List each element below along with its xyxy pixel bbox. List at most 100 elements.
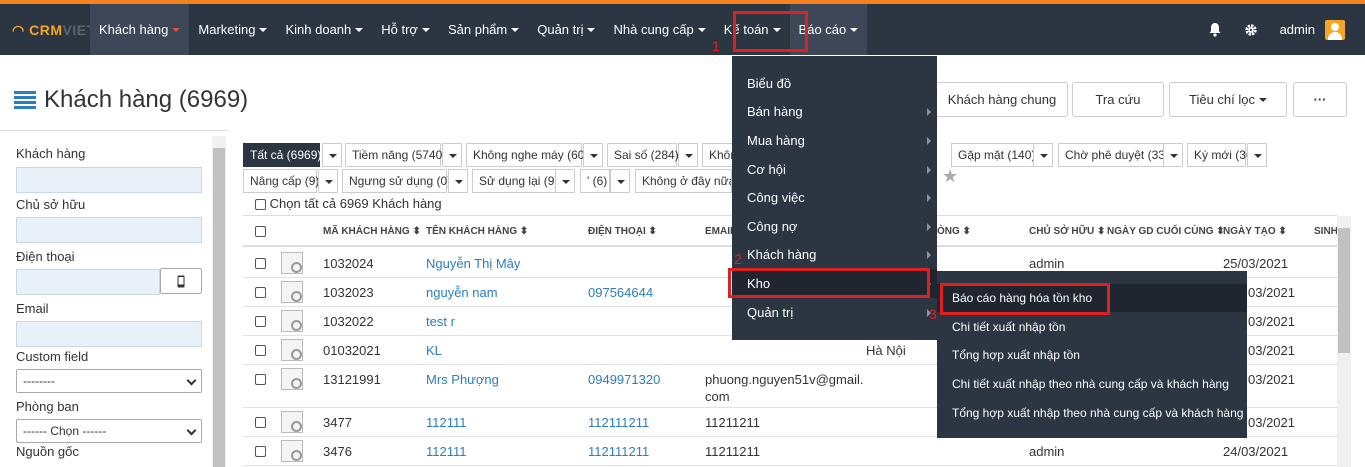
- filter-chip[interactable]: Sai số (284): [607, 143, 679, 167]
- col-header-last-tx[interactable]: NGÀY GD CUỐI CÙNG ⬍: [1107, 226, 1225, 237]
- filter-chip-dropdown[interactable]: [1163, 143, 1183, 167]
- submenu-chi-tiet-ncc-kh[interactable]: Chi tiết xuất nhập theo nhà cung cấp và …: [937, 370, 1247, 398]
- criteria-filter-button[interactable]: Tiêu chí lọc: [1169, 82, 1287, 117]
- table-row[interactable]: 3476 112111 112111211 11211211 admin 24/…: [243, 437, 1337, 466]
- row-checkbox[interactable]: [255, 258, 266, 269]
- menu-item-cong-no[interactable]: Công nợ: [732, 212, 937, 241]
- scrollbar-thumb[interactable]: [213, 148, 225, 467]
- row-name[interactable]: test r: [426, 314, 455, 329]
- filter-chip[interactable]: ' (6): [580, 169, 610, 193]
- submenu-bao-cao-ton-kho[interactable]: Báo cáo hàng hóa tồn kho: [937, 284, 1247, 312]
- row-checkbox[interactable]: [255, 345, 266, 356]
- scrollbar-thumb[interactable]: [1338, 228, 1350, 353]
- department-select[interactable]: ------ Chọn ------: [16, 419, 202, 443]
- phone-search-button[interactable]: [160, 268, 202, 294]
- col-header-phone[interactable]: ĐIỆN THOẠI ⬍: [588, 226, 657, 237]
- filter-chip-dropdown[interactable]: [448, 169, 468, 193]
- user-menu[interactable]: admin: [1280, 19, 1345, 40]
- col-header-birth[interactable]: SINH: [1314, 226, 1338, 237]
- row-checkbox[interactable]: [255, 316, 266, 327]
- filter-chip-dropdown[interactable]: [318, 169, 338, 193]
- view-detail-icon[interactable]: [281, 281, 303, 303]
- star-icon[interactable]: ★: [942, 166, 958, 187]
- col-header-created[interactable]: NGÀY TẠO ⬍: [1223, 226, 1287, 237]
- filter-chip[interactable]: Tất cả (6969): [243, 143, 321, 167]
- filter-chip-dropdown[interactable]: [583, 143, 603, 167]
- filter-chip[interactable]: Không ở đây nữa: [635, 169, 732, 193]
- nav-ke-toan[interactable]: Kế toán: [715, 4, 790, 55]
- row-checkbox[interactable]: [255, 374, 266, 385]
- menu-item-bieu-do[interactable]: Biểu đồ: [732, 69, 937, 98]
- filter-chip-dropdown[interactable]: [555, 169, 575, 193]
- customer-input[interactable]: [16, 167, 202, 193]
- gear-icon[interactable]: [1244, 23, 1258, 37]
- row-checkbox[interactable]: [255, 446, 266, 457]
- view-detail-icon[interactable]: [281, 339, 303, 361]
- sidebar-scrollbar[interactable]: [212, 136, 226, 467]
- phone-input[interactable]: [16, 269, 160, 295]
- lookup-button[interactable]: Tra cứu: [1072, 82, 1164, 117]
- submenu-tong-hop-ncc-kh[interactable]: Tổng hợp xuất nhập theo nhà cung cấp và …: [937, 399, 1247, 427]
- nav-ho-tro[interactable]: Hỗ trợ: [372, 4, 439, 55]
- filter-chip[interactable]: Gặp mặt (140): [951, 143, 1039, 167]
- filter-chip-dropdown[interactable]: [610, 169, 630, 193]
- owner-input[interactable]: [16, 217, 202, 243]
- submenu-chi-tiet-xnt[interactable]: Chi tiết xuất nhập tồn: [937, 313, 1247, 341]
- filter-chip-dropdown[interactable]: [442, 143, 462, 167]
- row-phone[interactable]: 097564644: [588, 285, 653, 300]
- filter-chip[interactable]: Không nghe máy (60): [466, 143, 588, 167]
- select-all-checkbox[interactable]: [255, 226, 266, 237]
- more-button[interactable]: ···: [1293, 82, 1347, 117]
- nav-nha-cung-cap[interactable]: Nhà cung cấp: [604, 4, 714, 55]
- view-detail-icon[interactable]: [281, 440, 303, 462]
- row-checkbox[interactable]: [255, 417, 266, 428]
- logo[interactable]: ◠ CRMVIET: [12, 22, 96, 39]
- filter-chip-dropdown[interactable]: [1247, 143, 1267, 167]
- row-name[interactable]: nguyễn nam: [426, 285, 498, 300]
- view-detail-icon[interactable]: [281, 368, 303, 390]
- row-name[interactable]: Nguyễn Thị Mây: [426, 256, 520, 271]
- view-detail-icon[interactable]: [281, 310, 303, 332]
- checkbox[interactable]: [255, 199, 266, 211]
- table-scrollbar[interactable]: [1337, 216, 1351, 467]
- row-name[interactable]: Mrs Phượng: [426, 372, 499, 387]
- filter-chip-dropdown[interactable]: [678, 143, 698, 167]
- submenu-tong-hop-xnt[interactable]: Tổng hợp xuất nhập tồn: [937, 341, 1247, 369]
- nav-bao-cao[interactable]: Báo cáo: [789, 4, 868, 55]
- nav-san-pham[interactable]: Sản phẩm: [439, 4, 528, 55]
- filter-chip[interactable]: Nâng cấp (9): [243, 169, 319, 193]
- nav-khach-hang[interactable]: Khách hàng: [90, 4, 190, 55]
- email-input[interactable]: [16, 321, 202, 347]
- nav-kinh-doanh[interactable]: Kinh doanh: [276, 4, 372, 55]
- nav-quan-tri[interactable]: Quản trị: [528, 4, 604, 55]
- general-customer-button[interactable]: Khách hàng chung: [937, 82, 1068, 117]
- filter-chip[interactable]: Ngưng sử dụng (0): [342, 169, 451, 193]
- row-name[interactable]: KL: [426, 343, 442, 358]
- filter-chip[interactable]: Tiềm năng (5740): [345, 143, 446, 167]
- col-header-hidden[interactable]: ÒNG ⬍: [937, 226, 971, 237]
- filter-chip-dropdown[interactable]: [1033, 143, 1053, 167]
- view-detail-icon[interactable]: [281, 411, 303, 433]
- menu-item-co-hoi[interactable]: Cơ hội: [732, 155, 937, 184]
- menu-item-ban-hang[interactable]: Bán hàng: [732, 97, 937, 126]
- menu-item-kho[interactable]: Kho: [732, 269, 937, 298]
- filter-chip[interactable]: Sử dụng lại (9): [472, 169, 558, 193]
- menu-item-quan-tri[interactable]: Quản trị: [732, 298, 937, 327]
- col-header-name[interactable]: TÊN KHÁCH HÀNG ⬍: [426, 226, 528, 237]
- filter-chip[interactable]: Ký mới (36): [1187, 143, 1257, 167]
- row-phone[interactable]: 0949971320: [588, 372, 660, 387]
- view-detail-icon[interactable]: [281, 252, 303, 274]
- menu-item-cong-viec[interactable]: Công việc: [732, 183, 937, 212]
- row-phone[interactable]: 112111211: [588, 444, 649, 459]
- row-name[interactable]: 112111: [426, 444, 467, 459]
- nav-marketing[interactable]: Marketing: [189, 4, 276, 55]
- custom-field-select[interactable]: --------: [16, 369, 202, 393]
- menu-item-khach-hang[interactable]: Khách hàng: [732, 240, 937, 269]
- row-phone[interactable]: 112111211: [588, 415, 649, 430]
- col-header-code[interactable]: MÃ KHÁCH HÀNG ⬍: [323, 226, 421, 237]
- row-name[interactable]: 112111: [426, 415, 467, 430]
- bell-icon[interactable]: [1208, 22, 1222, 37]
- select-all[interactable]: Chọn tất cả 6969 Khách hàng: [255, 196, 442, 211]
- filter-chip-dropdown[interactable]: [322, 143, 342, 167]
- filter-chip[interactable]: Chờ phê duyệt (33): [1058, 143, 1169, 167]
